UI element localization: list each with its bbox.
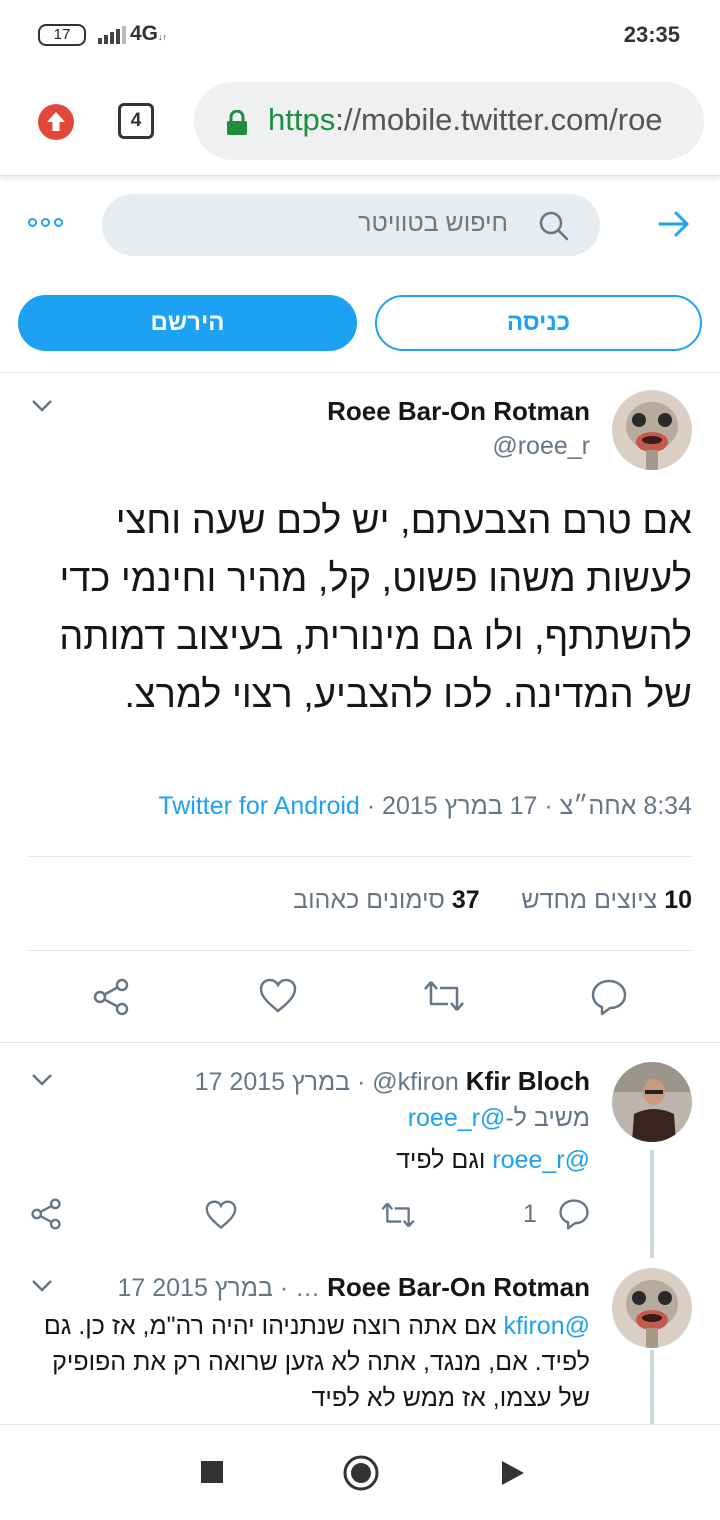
likes-label[interactable]: סימונים כאהוב: [293, 886, 445, 914]
back-arrow-icon[interactable]: [658, 210, 690, 238]
reply-text: @roee_r וגם לפיד: [396, 1146, 590, 1174]
tweet-timestamp: 8:34 אחה״צ · 17 במרץ 2015 ·: [359, 792, 692, 820]
mention-link[interactable]: @kfiron: [503, 1312, 590, 1340]
search-input[interactable]: [208, 209, 508, 238]
reply-icon[interactable]: [590, 978, 628, 1016]
system-nav-bar: [0, 1424, 720, 1520]
search-icon: [539, 211, 569, 241]
divider: [0, 1042, 720, 1043]
reply-icon[interactable]: [558, 1198, 590, 1230]
signal-icon: [98, 26, 126, 44]
retweets-label[interactable]: ציוצים מחדש: [521, 886, 657, 914]
home-button-icon[interactable]: [342, 1454, 380, 1492]
mention-link[interactable]: @roee_r: [492, 1146, 590, 1174]
author-handle[interactable]: @roee_r: [492, 432, 590, 461]
url-text: https://mobile.twitter.com/roe: [268, 102, 663, 137]
reply-header: 17 במרץ 2015 · … Roee Bar-On Rotman: [117, 1272, 590, 1302]
thread-line: [650, 1350, 654, 1424]
tweet-text: אם טרם הצבעתם, יש לכם שעה וחצי לעשות משה…: [59, 500, 692, 716]
lock-icon: [227, 110, 247, 135]
network-indicator: 4G↓↑: [130, 22, 168, 45]
author-name[interactable]: Roee Bar-On Rotman: [327, 396, 590, 427]
divider: [28, 950, 692, 951]
retweets-count[interactable]: 10: [664, 886, 692, 914]
replying-to-link[interactable]: @roee_r: [408, 1104, 506, 1132]
reply-author-name[interactable]: Roee Bar-On Rotman: [327, 1272, 590, 1302]
reply-count: 1: [523, 1200, 537, 1228]
chevron-down-icon[interactable]: [30, 1072, 54, 1088]
divider: [0, 372, 720, 373]
more-options-icon[interactable]: [28, 218, 63, 227]
home-icon[interactable]: [38, 104, 74, 140]
retweet-icon[interactable]: [380, 1200, 416, 1230]
avatar[interactable]: [612, 390, 692, 470]
battery-icon: 17: [38, 24, 86, 46]
browser-toolbar: 4 https://mobile.twitter.com/roe: [0, 72, 720, 176]
tweet-actions: [0, 978, 720, 1018]
like-icon[interactable]: [259, 978, 297, 1014]
chevron-down-icon[interactable]: [30, 398, 54, 414]
back-triangle-icon[interactable]: [500, 1459, 526, 1487]
clock: 23:35: [623, 22, 680, 47]
reply-date[interactable]: 17 במרץ 2015: [195, 1068, 350, 1096]
reply-header: 17 במרץ 2015 · @kfiron Kfir Bloch: [194, 1066, 590, 1096]
status-bar: 17 4G↓↑ 23:35: [0, 0, 720, 72]
reply-date[interactable]: 17 במרץ 2015: [117, 1274, 272, 1302]
likes-count[interactable]: 37: [452, 886, 480, 914]
login-button[interactable]: כניסה: [375, 295, 702, 351]
search-bar[interactable]: [102, 194, 600, 256]
address-bar[interactable]: https://mobile.twitter.com/roe: [194, 82, 704, 160]
signup-button[interactable]: הירשם: [18, 295, 357, 351]
share-icon[interactable]: [30, 1198, 62, 1230]
avatar[interactable]: [612, 1268, 692, 1348]
tweet-stats: 10 ציוצים מחדש 37 סימונים כאהוב: [293, 886, 692, 915]
reply-handle[interactable]: …: [295, 1274, 320, 1302]
twitter-header: [0, 186, 720, 266]
thread-line: [650, 1150, 654, 1258]
share-icon[interactable]: [92, 978, 130, 1016]
divider: [28, 856, 692, 857]
reply-text: @kfiron אם אתה רוצה שנתניהו יהיה רה"מ, א…: [43, 1312, 590, 1412]
reply-author-name[interactable]: Kfir Bloch: [466, 1066, 590, 1096]
reply-handle[interactable]: @kfiron: [372, 1068, 459, 1096]
tab-switcher-button[interactable]: 4: [118, 103, 154, 139]
replying-to: משיב ל-@roee_r: [407, 1104, 590, 1132]
tweet-source-link[interactable]: Twitter for Android: [158, 792, 359, 820]
chevron-down-icon[interactable]: [30, 1278, 54, 1294]
avatar[interactable]: [612, 1062, 692, 1142]
tweet-meta: 8:34 אחה״צ · 17 במרץ 2015 · Twitter for …: [158, 792, 692, 821]
like-icon[interactable]: [205, 1200, 237, 1230]
retweet-icon[interactable]: [422, 978, 466, 1014]
recent-apps-icon[interactable]: [201, 1461, 223, 1483]
